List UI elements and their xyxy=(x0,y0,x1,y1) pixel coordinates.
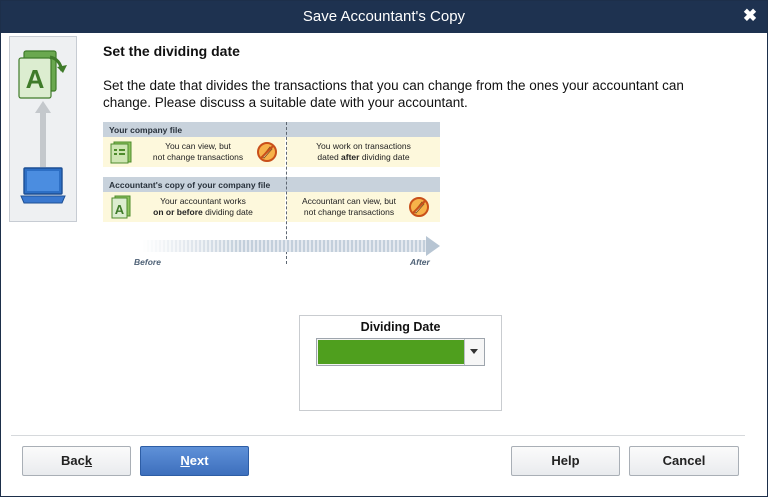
accountant-before-line1: Your accountant works xyxy=(160,196,246,206)
next-button[interactable]: Next xyxy=(140,446,249,476)
timeline-arrow xyxy=(141,236,440,256)
chevron-down-icon xyxy=(470,349,478,354)
title-bar: Save Accountant's Copy ✖ xyxy=(1,1,767,33)
step-heading: Set the dividing date xyxy=(103,43,240,59)
company-after-line1: You work on transactions xyxy=(316,141,411,151)
svg-text:A: A xyxy=(26,64,45,94)
accountant-before-cell: A Your accountant works on or before div… xyxy=(103,192,285,222)
dividing-date-diagram: Your company file You can view, but not … xyxy=(103,122,440,272)
company-before-cell: You can view, but not change transaction… xyxy=(103,137,285,167)
company-after-line2: dated after dividing date xyxy=(317,152,410,162)
company-after-cell: You work on transactions dated after div… xyxy=(287,137,440,167)
company-file-label: Your company file xyxy=(109,125,183,135)
after-label: After xyxy=(410,257,430,267)
accountant-after-cell: Accountant can view, but not change tran… xyxy=(287,192,440,222)
back-button[interactable]: Back xyxy=(22,446,131,476)
no-edit-icon xyxy=(257,142,277,162)
footer-separator xyxy=(11,435,745,436)
save-accountants-copy-dialog: Save Accountant's Copy ✖ A Set the divid… xyxy=(0,0,768,497)
close-icon[interactable]: ✖ xyxy=(741,6,759,26)
dividing-date-panel: Dividing Date xyxy=(299,315,502,411)
window-title: Save Accountant's Copy xyxy=(302,8,466,25)
arrow-up-icon xyxy=(35,101,51,167)
dividing-date-combobox[interactable] xyxy=(316,338,485,366)
company-file-band: Your company file xyxy=(103,122,440,137)
dividing-date-label: Dividing Date xyxy=(360,320,441,334)
cancel-button[interactable]: Cancel xyxy=(629,446,739,476)
dividing-date-field[interactable] xyxy=(318,340,464,364)
accountant-copy-band: Accountant's copy of your company file xyxy=(103,177,440,192)
accountant-after-line1: Accountant can view, but xyxy=(301,196,397,206)
accountant-copy-label: Accountant's copy of your company file xyxy=(109,180,271,190)
company-before-line2: not change transactions xyxy=(152,152,244,162)
dividing-date-dropdown-button[interactable] xyxy=(464,339,484,365)
company-before-line1: You can view, but xyxy=(165,141,231,151)
no-edit-icon xyxy=(409,197,429,217)
before-label: Before xyxy=(134,257,161,267)
accountant-before-line2: on or before dividing date xyxy=(153,207,253,217)
step-description: Set the date that divides the transactio… xyxy=(103,78,684,110)
laptop-icon xyxy=(20,167,66,204)
help-button[interactable]: Help xyxy=(511,446,620,476)
accountant-after-line2: not change transactions xyxy=(303,207,395,217)
